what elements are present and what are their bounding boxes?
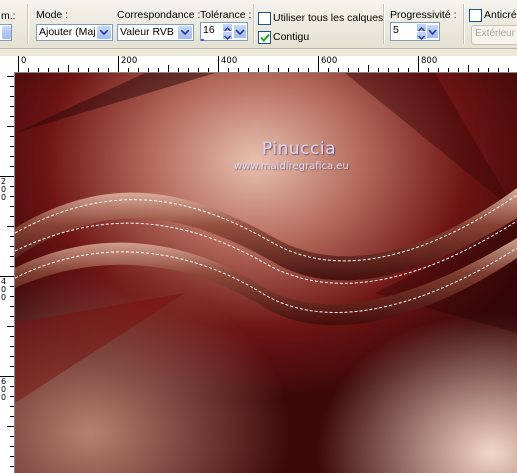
partial-dropdown[interactable] [0, 24, 12, 41]
mode-dropdown[interactable]: Ajouter (Maj) [36, 24, 113, 41]
ruler-label: 400 [221, 56, 238, 66]
chevron-down-icon[interactable] [427, 25, 438, 38]
partial-label: m.: [1, 10, 16, 22]
outside-button-label: Extérieur [475, 28, 516, 39]
chevron-down-icon [178, 26, 192, 39]
tool-options-bar: m.: Mode : Ajouter (Maj) Correspondance … [0, 0, 517, 49]
tolerance-value: 16 [203, 24, 215, 36]
progressivity-value: 5 [393, 24, 399, 36]
mode-label: Mode : [36, 9, 69, 21]
antialias-label: Anticrén [484, 9, 517, 21]
ruler-ticks [0, 76, 14, 467]
tolerance-slider-marker[interactable] [201, 39, 204, 41]
chevron-down-icon [97, 26, 111, 39]
progressivity-label: Progressivité : [390, 9, 457, 21]
spin-down-icon[interactable] [417, 32, 426, 40]
separator [27, 4, 29, 44]
ruler-label: 0 [21, 56, 27, 66]
match-value: Valeur RVB [120, 26, 174, 38]
match-dropdown[interactable]: Valeur RVB [117, 24, 194, 41]
ruler-label: 600 [321, 56, 338, 66]
ruler-label: 2 0 0 [1, 177, 7, 202]
contiguous-label: Contigu [273, 31, 310, 43]
vertical-ruler: 2 0 0 4 0 0 6 0 0 [0, 72, 15, 473]
spin-down-icon[interactable] [223, 32, 232, 40]
horizontal-ruler: 0 200 400 600 800 [14, 56, 517, 73]
ruler-ticks [18, 56, 509, 72]
all-layers-checkbox[interactable] [258, 12, 271, 25]
separator [253, 4, 255, 44]
all-layers-label: Utiliser tous les calques [273, 12, 384, 24]
separator [383, 4, 385, 44]
spin-up-icon[interactable] [417, 24, 426, 32]
ruler-label: 200 [121, 56, 138, 66]
progressivity-stepper[interactable]: 5 [390, 22, 440, 41]
chevron-down-icon [2, 26, 11, 39]
outside-button[interactable]: Extérieur [471, 25, 517, 45]
tolerance-stepper[interactable]: 16 [200, 22, 248, 41]
mode-value: Ajouter (Maj) [39, 26, 95, 38]
ruler-label: 800 [421, 56, 438, 66]
watermark-title: Pinuccia [262, 139, 336, 159]
spin-up-icon[interactable] [223, 24, 232, 32]
ruler-label: 4 0 0 [1, 277, 7, 302]
antialias-checkbox[interactable] [469, 9, 482, 22]
chevron-down-icon[interactable] [234, 25, 246, 38]
checkmark-icon [260, 33, 270, 42]
watermark-url: www.maidiregrafica.eu [234, 161, 349, 172]
canvas-artwork [15, 73, 517, 473]
contiguous-checkbox[interactable] [258, 31, 271, 44]
tolerance-label: Tolérance : [200, 9, 252, 21]
separator [463, 4, 465, 44]
ruler-label: 6 0 0 [1, 377, 7, 402]
match-label: Correspondance : [117, 9, 201, 21]
image-canvas[interactable]: Pinuccia www.maidiregrafica.eu [15, 73, 517, 473]
ruler-corner [0, 56, 15, 73]
